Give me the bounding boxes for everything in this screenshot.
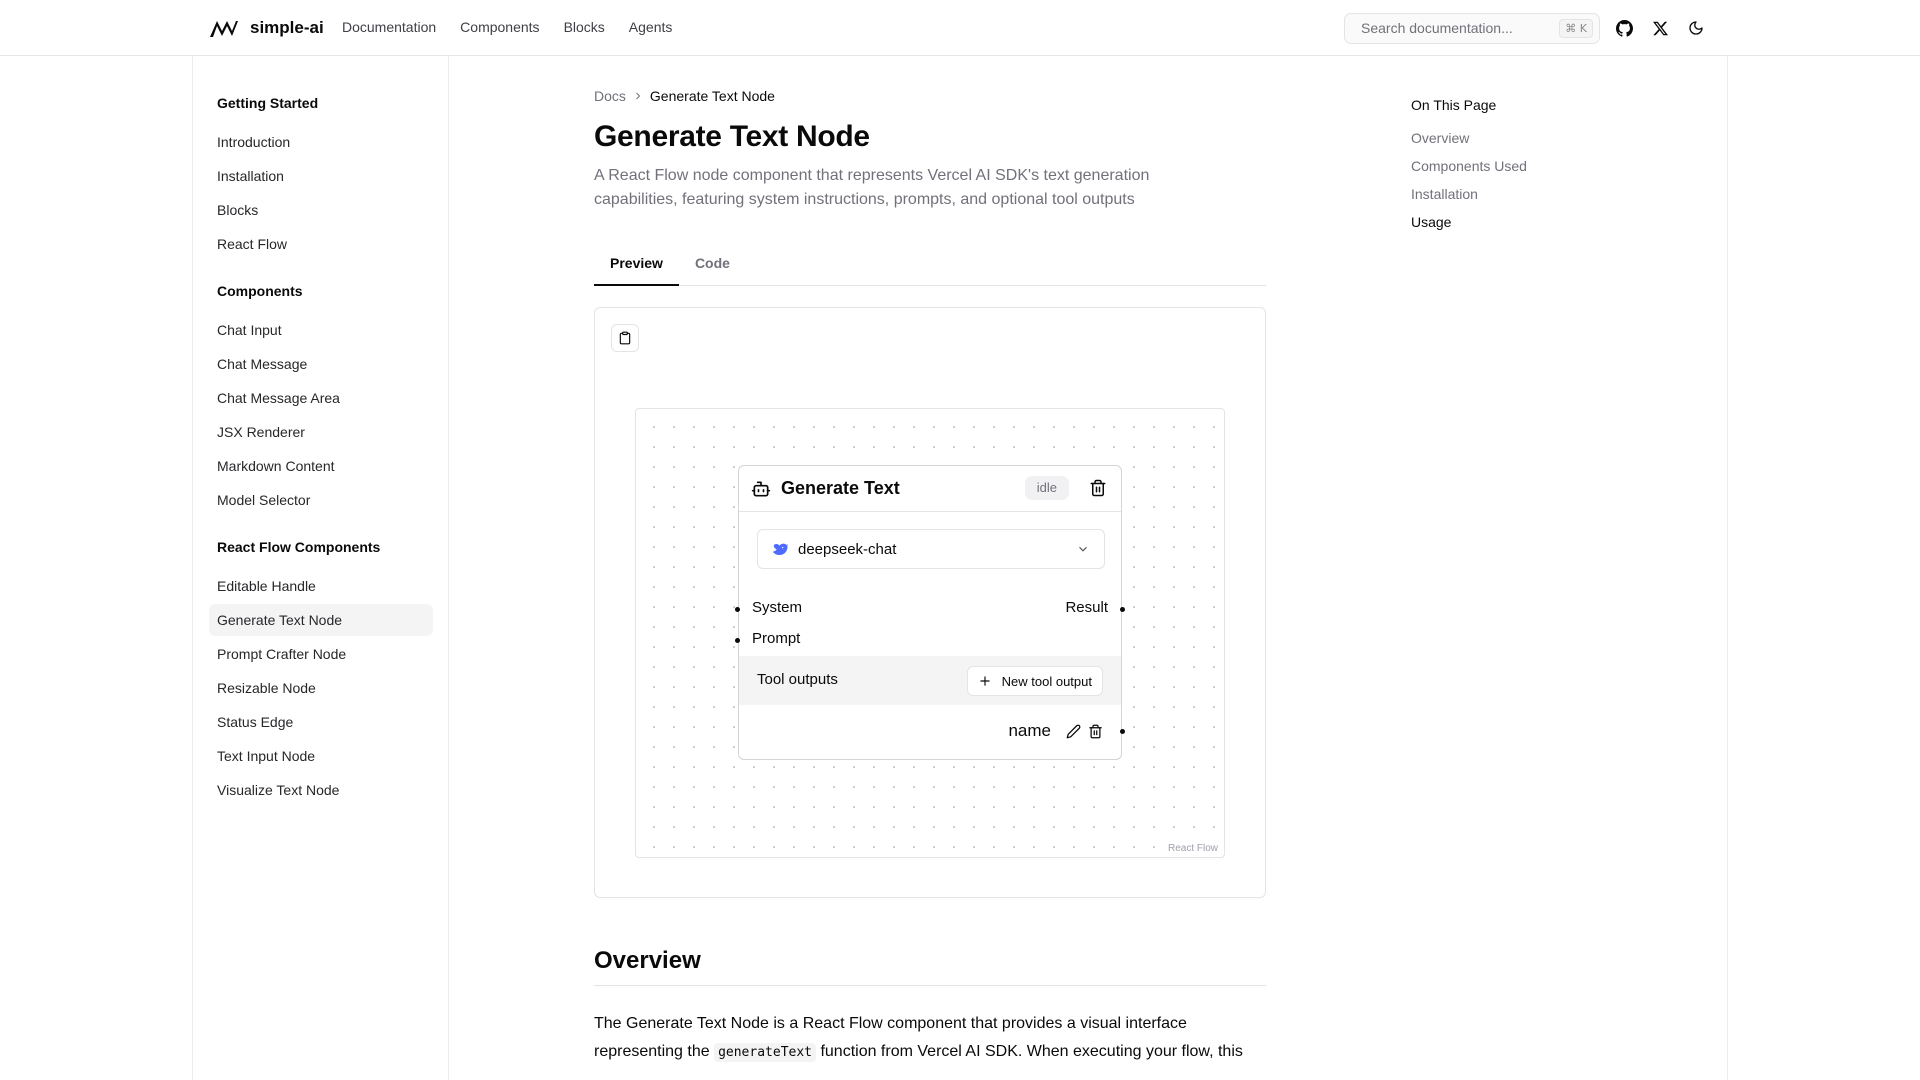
brand-logo[interactable]: simple-ai	[208, 17, 324, 39]
tool-output-handle[interactable]	[1120, 729, 1125, 734]
search-input[interactable]: Search documentation... ⌘ K	[1344, 13, 1600, 44]
sidebar-item-prompt-crafter-node[interactable]: Prompt Crafter Node	[209, 638, 433, 670]
sidebar-item-generate-text-node[interactable]: Generate Text Node	[209, 604, 433, 636]
sidebar-heading: Components	[217, 283, 303, 299]
sidebar-item-blocks[interactable]: Blocks	[209, 194, 433, 226]
sidebar-item-react-flow[interactable]: React Flow	[209, 228, 433, 260]
x-icon[interactable]	[1650, 18, 1670, 38]
chevron-down-icon	[1079, 546, 1087, 552]
search-placeholder: Search documentation...	[1361, 20, 1513, 36]
breadcrumb: Docs Generate Text Node	[594, 86, 1266, 106]
breadcrumb-docs[interactable]: Docs	[594, 88, 626, 104]
copy-button[interactable]	[611, 324, 639, 352]
input-system-label: System	[752, 599, 803, 616]
overview-paragraph: The Generate Text Node is a React Flow c…	[594, 1010, 1266, 1067]
tab-preview[interactable]: Preview	[594, 252, 679, 286]
nav-documentation[interactable]: Documentation	[342, 19, 436, 35]
search-shortcut: ⌘ K	[1559, 19, 1593, 38]
sidebar-heading: Getting Started	[217, 95, 319, 111]
nav-blocks[interactable]: Blocks	[564, 19, 605, 35]
sidebar-item-resizable-node[interactable]: Resizable Node	[209, 672, 433, 704]
moon-icon[interactable]	[1686, 18, 1706, 38]
simple-ai-logo-icon	[210, 21, 238, 37]
sidebar-item-status-edge[interactable]: Status Edge	[209, 706, 433, 738]
chevron-right-icon	[636, 92, 641, 100]
right-frame-line	[1727, 0, 1728, 1080]
tab-code[interactable]: Code	[679, 252, 746, 286]
sidebar-item-chat-message-area[interactable]: Chat Message Area	[209, 382, 433, 414]
react-flow-canvas[interactable]: Generate Text idle deepseek-chat System …	[635, 408, 1225, 858]
trash-icon	[1090, 479, 1106, 497]
bot-icon	[751, 481, 771, 496]
sidebar-item-installation[interactable]: Installation	[209, 160, 433, 192]
tool-outputs-label: Tool outputs	[757, 671, 838, 688]
generate-text-node[interactable]: Generate Text idle deepseek-chat System …	[735, 465, 1125, 760]
output-result-label: Result	[1065, 599, 1108, 616]
node-header: Generate Text idle	[739, 466, 1121, 512]
table-of-contents: On This Page Overview Components Used In…	[1411, 97, 1611, 241]
system-handle[interactable]	[735, 607, 740, 612]
page-description: A React Flow node component that represe…	[594, 167, 1150, 208]
breadcrumb-current: Generate Text Node	[649, 88, 775, 104]
github-icon[interactable]	[1614, 18, 1634, 38]
prompt-handle[interactable]	[735, 638, 740, 643]
nav-agents[interactable]: Agents	[629, 19, 673, 35]
deepseek-logo-icon	[772, 543, 788, 555]
toc-heading: On This Page	[1411, 97, 1497, 113]
overview-text-end: function from Vercel AI SDK. When execut…	[816, 1043, 1243, 1060]
plus-icon	[979, 676, 990, 686]
pencil-icon	[1066, 724, 1081, 739]
new-tool-output-button[interactable]: New tool output	[966, 666, 1103, 696]
sidebar-item-markdown-content[interactable]: Markdown Content	[209, 450, 433, 482]
toc-item-overview[interactable]: Overview	[1411, 129, 1611, 157]
sidebar-item-introduction[interactable]: Introduction	[209, 126, 433, 158]
left-frame-line	[192, 0, 193, 1080]
sidebar-divider	[448, 56, 449, 1080]
sidebar-group-getting-started: Getting Started Introduction Installatio…	[209, 92, 433, 260]
tool-output-name: name	[1008, 721, 1051, 740]
result-handle[interactable]	[1120, 607, 1125, 612]
selected-model: deepseek-chat	[798, 540, 897, 558]
top-header: simple-ai Documentation Components Block…	[0, 0, 1920, 56]
delete-node-button[interactable]	[1089, 479, 1107, 502]
trash-icon	[1089, 724, 1102, 739]
sidebar-group-components: Components Chat Input Chat Message Chat …	[209, 280, 433, 516]
sidebar-item-editable-handle[interactable]: Editable Handle	[209, 570, 433, 602]
inline-code: generateText	[714, 1043, 816, 1062]
sidebar-item-chat-input[interactable]: Chat Input	[209, 314, 433, 346]
nav-components[interactable]: Components	[460, 19, 539, 35]
status-badge: idle	[1024, 476, 1069, 500]
tab-list: Preview Code	[594, 252, 1266, 286]
sidebar-group-react-flow-components: React Flow Components Editable Handle Ge…	[209, 536, 433, 806]
brand-name: simple-ai	[250, 18, 324, 37]
overview-heading: Overview	[594, 947, 1266, 986]
toc-item-usage[interactable]: Usage	[1411, 213, 1611, 241]
preview-panel: Generate Text idle deepseek-chat System …	[594, 307, 1266, 898]
sidebar-item-model-selector[interactable]: Model Selector	[209, 484, 433, 516]
model-select[interactable]: deepseek-chat	[757, 529, 1105, 569]
sidebar: Getting Started Introduction Installatio…	[209, 92, 433, 826]
sidebar-item-visualize-text-node[interactable]: Visualize Text Node	[209, 774, 433, 806]
input-prompt-label: Prompt	[752, 630, 801, 647]
clipboard-icon	[619, 331, 631, 345]
edit-tool-button[interactable]	[1066, 724, 1081, 744]
sidebar-item-jsx-renderer[interactable]: JSX Renderer	[209, 416, 433, 448]
page-title: Generate Text Node	[594, 120, 870, 153]
toc-item-components-used[interactable]: Components Used	[1411, 157, 1611, 185]
top-nav: Documentation Components Blocks Agents	[342, 19, 672, 35]
tool-outputs-section: Tool outputs New tool output	[739, 656, 1121, 705]
sidebar-heading: React Flow Components	[217, 539, 381, 555]
delete-tool-button[interactable]	[1088, 724, 1103, 744]
react-flow-attribution[interactable]: React Flow	[1165, 843, 1220, 854]
toc-item-installation[interactable]: Installation	[1411, 185, 1611, 213]
sidebar-item-chat-message[interactable]: Chat Message	[209, 348, 433, 380]
sidebar-item-text-input-node[interactable]: Text Input Node	[209, 740, 433, 772]
new-tool-output-label: New tool output	[1001, 673, 1092, 689]
node-title: Generate Text	[781, 478, 900, 498]
main-content: Docs Generate Text Node Generate Text No…	[594, 86, 1266, 1067]
